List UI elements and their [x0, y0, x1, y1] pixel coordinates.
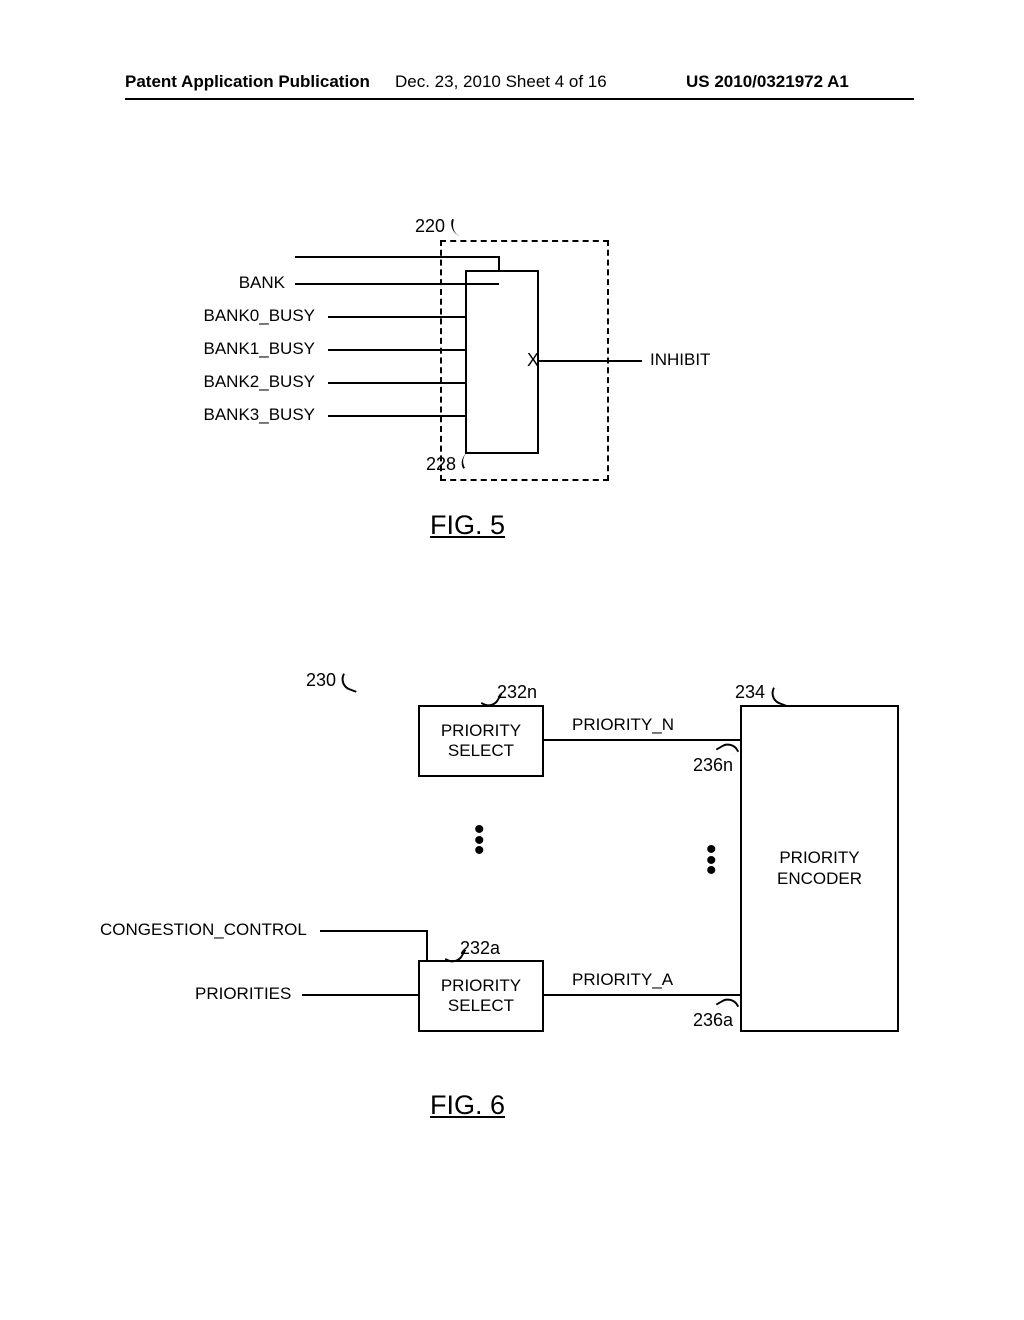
wire-priority-n: [542, 739, 740, 741]
ref-234-leader: [768, 687, 791, 707]
ellipsis-signals: •••: [706, 845, 717, 877]
signal-bank1-busy: BANK1_BUSY: [140, 339, 315, 359]
ref-230: 230: [306, 670, 336, 691]
ref-228: 228: [426, 454, 456, 475]
signal-inhibit: INHIBIT: [650, 350, 740, 370]
wire-congestion: [320, 930, 428, 932]
signal-bank: BANK: [140, 273, 285, 293]
ref-220-leader: [447, 219, 472, 240]
header-date-sheet: Dec. 23, 2010 Sheet 4 of 16: [395, 72, 607, 92]
wire-b1: [328, 349, 467, 351]
priority-select-a: PRIORITY SELECT: [418, 960, 544, 1032]
wire-bank: [295, 283, 499, 285]
wire-b3: [328, 415, 467, 417]
wire-bank-top: [295, 256, 500, 258]
priority-encoder: PRIORITY ENCODER: [740, 705, 899, 1032]
wire-priorities: [302, 994, 418, 996]
signal-priorities: PRIORITIES: [195, 984, 291, 1004]
wire-priority-a: [542, 994, 740, 996]
priority-select-a-label: PRIORITY SELECT: [441, 976, 521, 1017]
ref-232a: 232a: [460, 938, 500, 959]
signal-congestion-control: CONGESTION_CONTROL: [100, 920, 307, 940]
header-docket: US 2010/0321972 A1: [686, 72, 849, 92]
ref-234: 234: [735, 682, 765, 703]
header-publication: Patent Application Publication: [125, 72, 370, 92]
wire-b0: [328, 316, 467, 318]
ref-230-leader: [338, 673, 361, 693]
ref-232n: 232n: [497, 682, 537, 703]
signal-bank3-busy: BANK3_BUSY: [140, 405, 315, 425]
wire-inhibit: [537, 360, 642, 362]
figure-6-caption: FIG. 6: [430, 1090, 505, 1121]
figure-5-caption: FIG. 5: [430, 510, 505, 541]
signal-priority-n: PRIORITY_N: [572, 715, 674, 735]
priority-select-n-label: PRIORITY SELECT: [441, 721, 521, 762]
signal-priority-a: PRIORITY_A: [572, 970, 673, 990]
ref-220: 220: [415, 216, 445, 237]
priority-encoder-label: PRIORITY ENCODER: [777, 848, 862, 889]
wire-b2: [328, 382, 467, 384]
signal-bank2-busy: BANK2_BUSY: [140, 372, 315, 392]
wire-congestion-drop: [426, 930, 428, 960]
priority-select-n: PRIORITY SELECT: [418, 705, 544, 777]
ellipsis-selects: •••: [474, 825, 485, 857]
signal-bank0-busy: BANK0_BUSY: [140, 306, 315, 326]
header-rule: [125, 98, 914, 100]
select-drop: [498, 256, 500, 270]
